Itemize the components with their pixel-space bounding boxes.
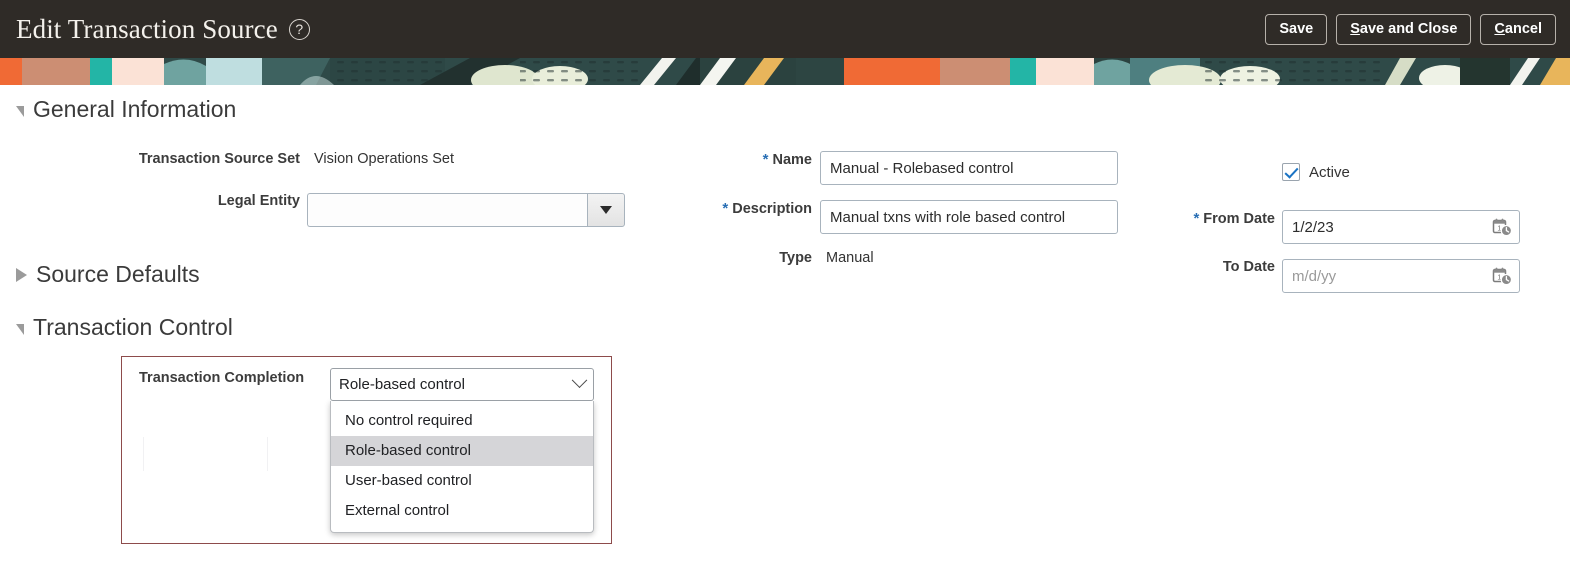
save-button-label: Save [1279,20,1314,37]
legal-entity-label-wrap: Legal Entity [0,193,300,209]
to-date-label: To Date [1222,259,1275,275]
name-label: Name [772,151,813,168]
page-content: General Information Transaction Source S… [0,85,1570,573]
description-input[interactable] [820,200,1118,234]
section-header-transaction-control[interactable]: Transaction Control [16,314,233,341]
description-label-wrap: * Description [680,200,812,217]
from-date-field[interactable]: 1 [1282,210,1520,244]
save-and-close-button-label: ave and Close [1359,20,1458,37]
type-label-wrap: Type [700,250,812,266]
active-checkbox[interactable] [1282,163,1300,181]
disclosure-collapsed-icon [16,267,27,282]
active-checkbox-row[interactable]: Active [1282,163,1350,181]
help-circle-icon[interactable]: ? [288,18,310,40]
from-date-input[interactable] [1282,210,1520,244]
legal-entity-input[interactable] [307,193,587,227]
option-no-control-required[interactable]: No control required [331,406,593,436]
calendar-clock-icon[interactable]: 1 [1492,217,1513,237]
page-title: Edit Transaction Source [16,13,278,44]
calendar-clock-icon[interactable]: 1 [1492,266,1513,286]
option-role-based-control[interactable]: Role-based control [331,436,593,466]
section-header-general-information[interactable]: General Information [16,96,236,123]
obscured-field-edge [143,437,144,471]
type-value: Manual [826,250,874,266]
transaction-source-set-value-wrap: Vision Operations Set [314,151,454,167]
obscured-field-edge [267,437,268,471]
save-and-close-button[interactable]: Save and Close [1336,13,1472,45]
save-and-close-accesskey: S [1350,20,1360,37]
option-user-based-control[interactable]: User-based control [331,466,593,496]
decorative-banner-image [0,58,1570,85]
legal-entity-dropdown-button[interactable] [587,193,625,227]
section-title-transaction-control: Transaction Control [33,314,233,340]
from-date-label-wrap: * From Date [1160,210,1275,227]
section-header-source-defaults[interactable]: Source Defaults [16,261,200,288]
caret-down-icon [600,206,612,214]
transaction-completion-select[interactable]: Role-based control [330,368,594,401]
disclosure-expanded-icon [16,324,24,335]
description-required-marker: * [722,200,729,217]
description-label: Description [732,200,812,217]
option-external-control[interactable]: External control [331,496,593,526]
transaction-source-set-label: Transaction Source Set [138,151,300,167]
transaction-completion-option-list[interactable]: No control required Role-based control U… [330,401,594,533]
transaction-completion-selected-value: Role-based control [339,376,465,393]
header-actions: Save Save and Close Cancel [1265,13,1556,45]
chevron-down-icon [571,372,588,389]
disclosure-expanded-icon [16,106,24,117]
from-date-label: From Date [1203,210,1275,227]
transaction-source-set-label-wrap: Transaction Source Set [0,151,300,167]
to-date-input[interactable] [1282,259,1520,293]
cancel-button[interactable]: Cancel [1480,13,1556,45]
transaction-source-set-value: Vision Operations Set [314,151,454,167]
legal-entity-label: Legal Entity [217,193,300,209]
type-value-wrap: Manual [826,250,874,266]
cancel-button-label: ancel [1504,20,1542,37]
transaction-completion-label: Transaction Completion [139,370,305,386]
app-header: Edit Transaction Source ? Save Save and … [0,0,1570,58]
name-required-marker: * [762,151,769,168]
legal-entity-combobox[interactable] [307,193,625,227]
cancel-accesskey: C [1494,20,1505,37]
to-date-label-wrap: To Date [1160,259,1275,275]
to-date-field[interactable]: 1 [1282,259,1520,293]
active-checkbox-label: Active [1309,163,1350,181]
section-title-general-information: General Information [33,96,237,122]
from-date-required-marker: * [1193,210,1200,227]
name-label-wrap: * Name [700,151,812,168]
save-button[interactable]: Save [1265,13,1328,45]
name-input[interactable] [820,151,1118,185]
section-title-source-defaults: Source Defaults [36,261,200,287]
transaction-completion-row: Transaction Completion [139,370,313,386]
type-label: Type [779,250,812,266]
